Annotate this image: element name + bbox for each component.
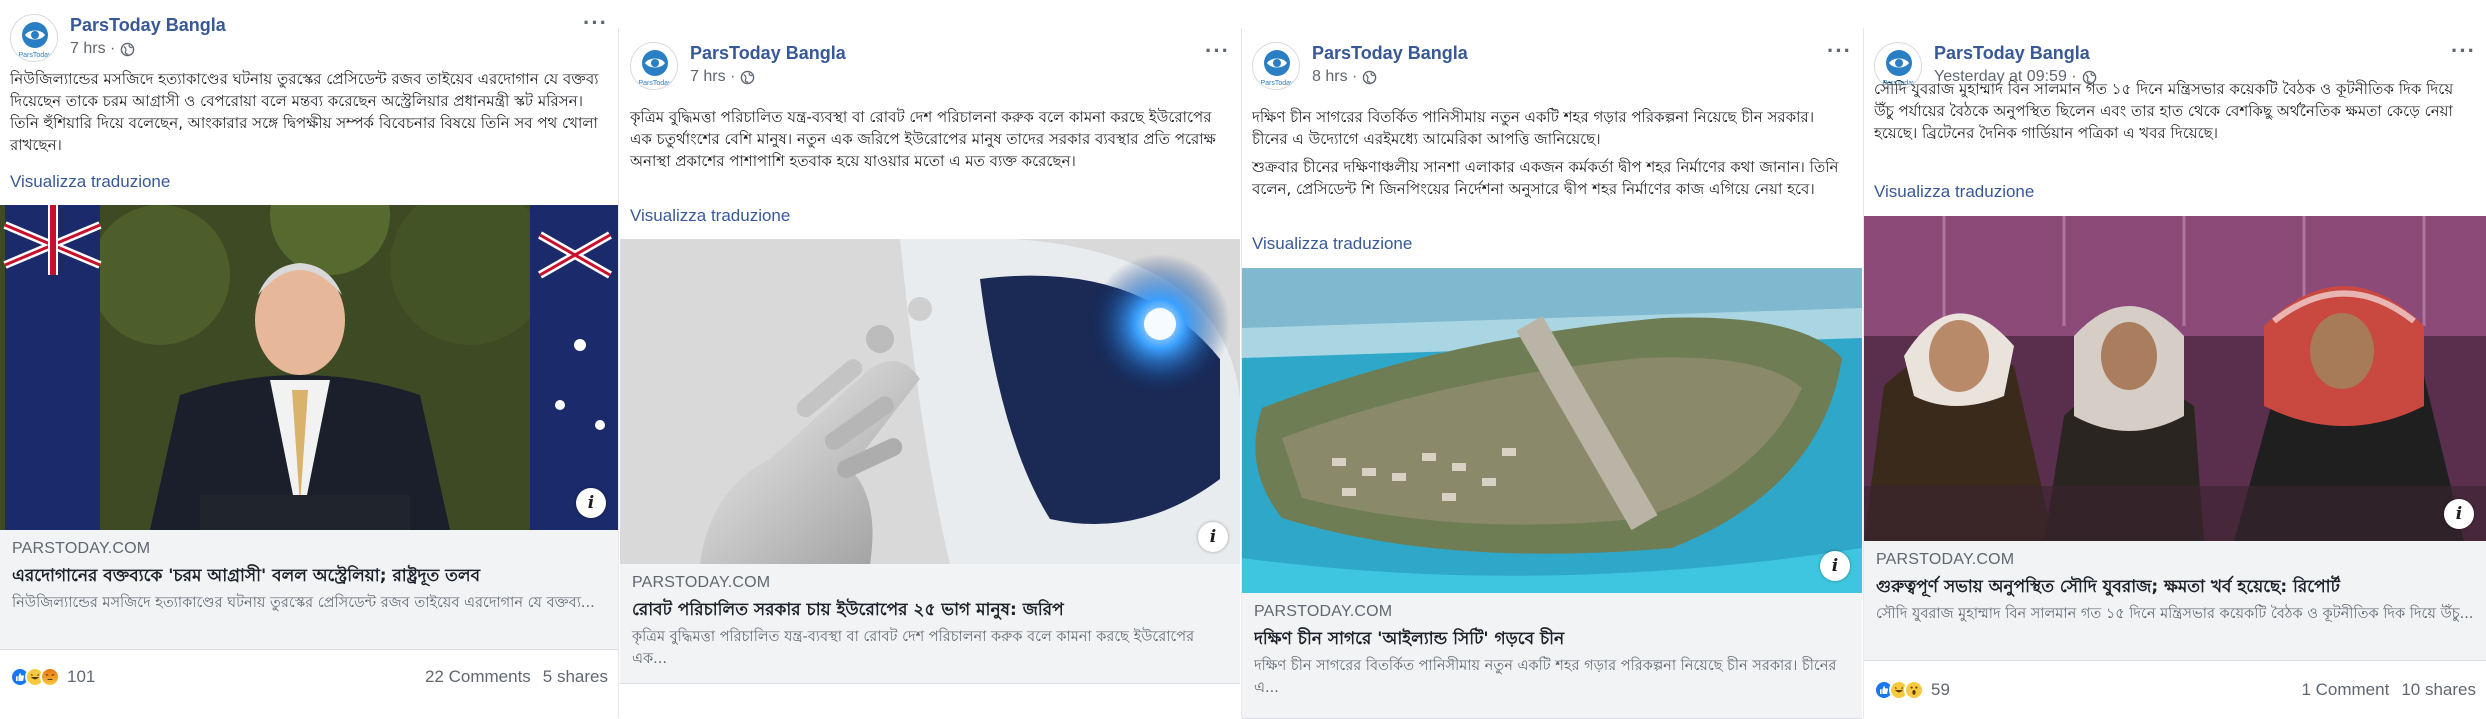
post-4: ParsToday ParsToday Bangla Yesterday at …: [1864, 28, 2486, 719]
photo-robot-thinking: [620, 239, 1240, 564]
globe-icon: [741, 70, 755, 84]
parstoday-logo-avatar[interactable]: ParsToday: [630, 42, 678, 90]
link-domain: PARSTODAY.COM: [1254, 603, 1393, 620]
more-options-icon[interactable]: ···: [1205, 38, 1230, 64]
post-paragraph: নিউজিল্যান্ডের মসজিদে হত্যাকাণ্ডের ঘটনায…: [10, 70, 599, 154]
post-body: দক্ষিণ চীন সাগরের বিতর্কিত পানিসীমায় নত…: [1252, 106, 1848, 206]
post-meta: 8 hrs ·: [1312, 68, 1377, 86]
parstoday-logo-avatar[interactable]: ParsToday: [10, 14, 58, 62]
info-icon[interactable]: i: [1820, 551, 1850, 581]
reaction-count[interactable]: 101: [67, 667, 95, 687]
post-stats: 22 Comments 5 shares: [425, 667, 608, 687]
more-options-icon[interactable]: ···: [2451, 38, 2476, 64]
angry-icon: [40, 667, 60, 687]
shares-count[interactable]: 10 shares: [2401, 680, 2476, 700]
link-domain: PARSTODAY.COM: [1876, 551, 2015, 568]
shares-count[interactable]: 5 shares: [543, 667, 608, 687]
wow-icon: [1904, 680, 1924, 700]
post-body: নিউজিল্যান্ডের মসজিদে হত্যাকাণ্ডের ঘটনায…: [10, 68, 604, 162]
post-paragraph: কৃত্রিম বুদ্ধিমত্তা পরিচালিত যন্ত্র-ব্যব…: [630, 108, 1216, 170]
translate-link[interactable]: Visualizza traduzione: [1874, 182, 2034, 202]
link-preview[interactable]: PARSTODAY.COM রোবট পরিচালিত সরকার চায় ই…: [620, 564, 1240, 684]
post-2: ParsToday ParsToday Bangla 7 hrs · ··· ক…: [620, 28, 1240, 719]
photo-island-aerial: [1242, 268, 1862, 593]
post-paragraph: দক্ষিণ চীন সাগরের বিতর্কিত পানিসীমায় নত…: [1252, 108, 1815, 148]
link-description: কৃত্রিম বুদ্ধিমত্তা পরিচালিত যন্ত্র-ব্যব…: [632, 629, 1195, 667]
article-photo[interactable]: i: [1242, 268, 1862, 593]
link-domain: PARSTODAY.COM: [632, 574, 771, 591]
post-body: কৃত্রিম বুদ্ধিমত্তা পরিচালিত যন্ত্র-ব্যব…: [630, 106, 1226, 178]
post-meta: 7 hrs ·: [70, 40, 135, 58]
article-photo[interactable]: i: [0, 205, 618, 530]
article-photo[interactable]: i: [1864, 216, 2486, 541]
link-domain: PARSTODAY.COM: [12, 540, 151, 557]
post-meta: 7 hrs ·: [690, 68, 755, 86]
reactions-summary[interactable]: 101: [10, 667, 95, 687]
photo-saudi-officials: [1864, 216, 2486, 541]
post-body: সৌদি যুবরাজ মুহাম্মাদ বিন সালমান গত ১৫ দ…: [1874, 78, 2472, 150]
feed-canvas: ParsToday ParsToday Bangla 7 hrs · ··· ন…: [0, 0, 2486, 719]
link-preview[interactable]: PARSTODAY.COM এরদোগানের বক্তব্যকে 'চরম আ…: [0, 530, 618, 650]
link-preview[interactable]: PARSTODAY.COM দক্ষিণ চীন সাগরে 'আইল্যান্…: [1242, 593, 1862, 719]
info-icon[interactable]: i: [576, 488, 606, 518]
page-name-link[interactable]: ParsToday Bangla: [70, 15, 226, 36]
link-title[interactable]: গুরুত্বপূর্ণ সভায় অনুপস্থিত সৌদি যুবরাজ…: [1876, 575, 2474, 599]
globe-icon: [121, 42, 135, 56]
translate-link[interactable]: Visualizza traduzione: [630, 206, 790, 226]
translate-link[interactable]: Visualizza traduzione: [10, 172, 170, 192]
link-title[interactable]: এরদোগানের বক্তব্যকে 'চরম আগ্রাসী' বলল অস…: [12, 564, 606, 588]
post-1: ParsToday ParsToday Bangla 7 hrs · ··· ন…: [0, 0, 618, 719]
globe-icon: [1363, 70, 1377, 84]
post-footer: 59 1 Comment 10 shares: [1874, 675, 2476, 705]
post-stats: 1 Comment 10 shares: [2301, 680, 2476, 700]
photo-speaker-at-podium: [0, 205, 618, 530]
page-name-link[interactable]: ParsToday Bangla: [690, 43, 846, 64]
link-preview[interactable]: PARSTODAY.COM গুরুত্বপূর্ণ সভায় অনুপস্থ…: [1864, 541, 2486, 661]
post-time[interactable]: 7 hrs ·: [70, 40, 115, 58]
link-description: সৌদি যুবরাজ মুহাম্মাদ বিন সালমান গত ১৫ দ…: [1876, 606, 2474, 622]
page-name-link[interactable]: ParsToday Bangla: [1934, 43, 2090, 64]
post-paragraph: শুক্রবার চীনের দক্ষিণাঞ্চলীয় সানশা এলাক…: [1252, 158, 1839, 198]
post-header: ParsToday ParsToday Bangla 7 hrs · ···: [10, 10, 608, 62]
post-3: ParsToday ParsToday Bangla 8 hrs · ··· দ…: [1242, 28, 1862, 719]
post-time[interactable]: 8 hrs ·: [1312, 68, 1357, 86]
reactions-summary[interactable]: 59: [1874, 680, 1950, 700]
post-footer: 101 22 Comments 5 shares: [10, 662, 608, 692]
info-icon[interactable]: i: [1198, 522, 1228, 552]
info-icon[interactable]: i: [2444, 499, 2474, 529]
link-description: দক্ষিণ চীন সাগরের বিতর্কিত পানিসীমায় নত…: [1254, 658, 1837, 696]
comments-count[interactable]: 22 Comments: [425, 667, 531, 687]
parstoday-logo-avatar[interactable]: ParsToday: [1252, 42, 1300, 90]
article-photo[interactable]: i: [620, 239, 1240, 564]
more-options-icon[interactable]: ···: [1827, 38, 1852, 64]
more-options-icon[interactable]: ···: [583, 10, 608, 36]
link-title[interactable]: রোবট পরিচালিত সরকার চায় ইউরোপের ২৫ ভাগ …: [632, 598, 1228, 622]
post-paragraph: সৌদি যুবরাজ মুহাম্মাদ বিন সালমান গত ১৫ দ…: [1874, 80, 2454, 142]
comments-count[interactable]: 1 Comment: [2301, 680, 2389, 700]
post-header: ParsToday ParsToday Bangla 7 hrs · ···: [630, 38, 1230, 90]
svg-text:ParsToday: ParsToday: [18, 52, 52, 59]
svg-text:ParsToday: ParsToday: [1260, 80, 1294, 87]
column-divider: [618, 28, 619, 718]
reaction-count[interactable]: 59: [1931, 680, 1950, 700]
link-title[interactable]: দক্ষিণ চীন সাগরে 'আইল্যান্ড সিটি' গড়বে …: [1254, 627, 1850, 651]
post-time[interactable]: 7 hrs ·: [690, 68, 735, 86]
page-name-link[interactable]: ParsToday Bangla: [1312, 43, 1468, 64]
link-description: নিউজিল্যান্ডের মসজিদে হত্যাকাণ্ডের ঘটনায…: [12, 595, 595, 611]
post-header: ParsToday ParsToday Bangla 8 hrs · ···: [1252, 38, 1852, 90]
translate-link[interactable]: Visualizza traduzione: [1252, 234, 1412, 254]
svg-text:ParsToday: ParsToday: [638, 80, 672, 87]
